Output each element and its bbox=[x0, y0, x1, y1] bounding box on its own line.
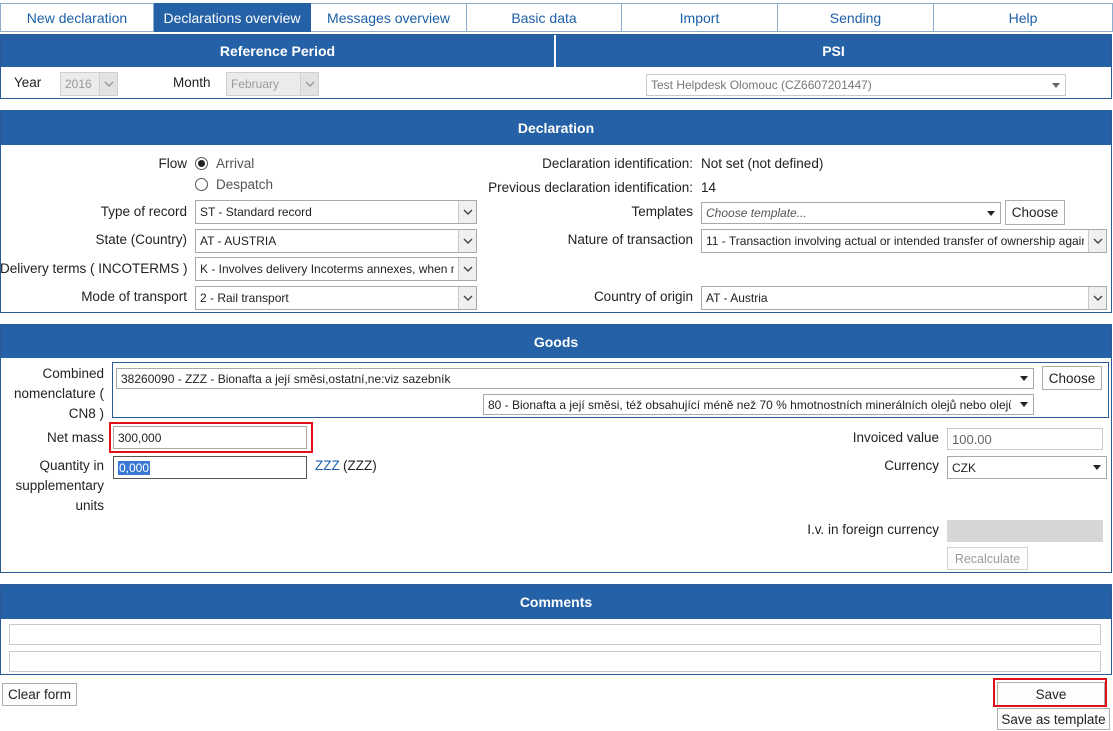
declaration-id-value: Not set (not defined) bbox=[701, 156, 824, 171]
psi-value: Test Helpdesk Olomouc (CZ6607201447) bbox=[651, 78, 872, 92]
tab-new-declaration[interactable]: New declaration bbox=[0, 3, 154, 32]
delivery-terms-label: Delivery terms ( INCOTERMS ) bbox=[0, 261, 188, 276]
flow-arrival-radio[interactable] bbox=[195, 157, 208, 170]
nature-of-transaction-label: Nature of transaction bbox=[567, 232, 693, 247]
type-of-record-label: Type of record bbox=[100, 204, 187, 219]
save-highlight bbox=[993, 678, 1107, 707]
cn8-subheading-select[interactable]: 80 - Bionafta a její směsi, též obsahují… bbox=[483, 394, 1034, 415]
tab-messages-overview[interactable]: Messages overview bbox=[311, 3, 467, 32]
chevron-down-icon bbox=[99, 73, 117, 95]
mode-of-transport-value: 2 - Rail transport bbox=[200, 291, 289, 305]
cn8-choose-button[interactable]: Choose bbox=[1042, 366, 1102, 390]
quantity-label-line2: supplementary bbox=[15, 478, 104, 493]
month-value: February bbox=[231, 77, 280, 91]
currency-select[interactable]: CZK bbox=[947, 456, 1107, 479]
foreign-currency-input[interactable] bbox=[947, 520, 1103, 542]
cn8-label-line2: nomenclature ( bbox=[13, 386, 104, 401]
year-select[interactable]: 2016 bbox=[60, 72, 118, 96]
templates-label: Templates bbox=[631, 204, 693, 219]
unit-code: (ZZZ) bbox=[343, 458, 377, 473]
country-of-origin-value: AT - Austria bbox=[706, 291, 768, 305]
flow-despatch-label: Despatch bbox=[216, 177, 274, 192]
year-label: Year bbox=[14, 75, 42, 90]
chevron-down-icon bbox=[458, 201, 476, 223]
country-of-origin-select[interactable]: AT - Austria bbox=[701, 286, 1107, 310]
currency-label: Currency bbox=[884, 458, 939, 473]
chevron-down-icon bbox=[982, 203, 1000, 223]
cn8-label-line3: CN8 ) bbox=[68, 406, 104, 421]
invoiced-value-label: Invoiced value bbox=[852, 430, 939, 445]
declaration-header: Declaration bbox=[1, 111, 1111, 145]
cn8-value: 38260090 - ZZZ - Bionafta a její směsi,o… bbox=[121, 371, 451, 386]
templates-select[interactable]: Choose template... bbox=[701, 202, 1001, 224]
chevron-down-icon bbox=[1088, 287, 1106, 309]
previous-declaration-id-label: Previous declaration identification: bbox=[488, 180, 693, 195]
goods-header: Goods bbox=[1, 325, 1111, 358]
nature-of-transaction-select[interactable]: 11 - Transaction involving actual or int… bbox=[701, 229, 1107, 253]
templates-placeholder: Choose template... bbox=[706, 206, 807, 220]
delivery-terms-value: K - Involves delivery Incoterms annexes,… bbox=[200, 262, 454, 276]
cn8-subheading-value: 80 - Bionafta a její směsi, též obsahují… bbox=[488, 397, 1011, 412]
cn8-select[interactable]: 38260090 - ZZZ - Bionafta a její směsi,o… bbox=[116, 368, 1034, 389]
chevron-down-icon bbox=[1047, 75, 1065, 95]
save-as-template-button[interactable]: Save as template bbox=[997, 708, 1110, 730]
chevron-down-icon bbox=[1088, 457, 1106, 478]
state-country-select[interactable]: AT - AUSTRIA bbox=[195, 229, 477, 253]
quantity-value: 0,000 bbox=[118, 460, 151, 475]
cn8-label-line1: Combined bbox=[42, 366, 104, 381]
chevron-down-icon bbox=[458, 287, 476, 309]
tab-declarations-overview[interactable]: Declarations overview bbox=[154, 3, 311, 32]
chevron-down-icon bbox=[1088, 230, 1106, 252]
chevron-down-icon bbox=[1015, 395, 1033, 414]
quantity-input[interactable]: 0,000 bbox=[113, 456, 307, 479]
flow-label: Flow bbox=[158, 156, 187, 171]
quantity-label-line1: Quantity in bbox=[39, 458, 104, 473]
year-value: 2016 bbox=[65, 77, 92, 91]
net-mass-label: Net mass bbox=[46, 430, 104, 445]
clear-form-button[interactable]: Clear form bbox=[2, 683, 77, 706]
unit-link[interactable]: ZZZ bbox=[315, 458, 340, 473]
comment-input-2[interactable] bbox=[9, 651, 1101, 672]
previous-declaration-id-value: 14 bbox=[701, 180, 717, 195]
comments-header: Comments bbox=[1, 585, 1111, 619]
foreign-currency-label: I.v. in foreign currency bbox=[807, 522, 939, 537]
chevron-down-icon bbox=[458, 230, 476, 252]
month-label: Month bbox=[173, 75, 211, 90]
psi-select[interactable]: Test Helpdesk Olomouc (CZ6607201447) bbox=[646, 74, 1066, 96]
psi-header: PSI bbox=[556, 35, 1111, 67]
chevron-down-icon bbox=[300, 73, 318, 95]
mode-of-transport-label: Mode of transport bbox=[81, 289, 187, 304]
invoiced-value-input[interactable]: 100.00 bbox=[947, 428, 1103, 450]
type-of-record-select[interactable]: ST - Standard record bbox=[195, 200, 477, 224]
invoiced-value-value: 100.00 bbox=[952, 431, 992, 447]
recalculate-button[interactable]: Recalculate bbox=[947, 547, 1028, 570]
top-tabs: New declaration Declarations overview Me… bbox=[0, 3, 1113, 32]
flow-despatch-radio[interactable] bbox=[195, 178, 208, 191]
comment-input-1[interactable] bbox=[9, 624, 1101, 645]
mode-of-transport-select[interactable]: 2 - Rail transport bbox=[195, 286, 477, 310]
tab-sending[interactable]: Sending bbox=[778, 3, 934, 32]
reference-period-header: Reference Period bbox=[1, 35, 554, 67]
month-select[interactable]: February bbox=[226, 72, 319, 96]
quantity-label-line3: units bbox=[75, 498, 104, 513]
type-of-record-value: ST - Standard record bbox=[200, 205, 312, 219]
state-country-label: State (Country) bbox=[95, 232, 187, 247]
nature-of-transaction-value: 11 - Transaction involving actual or int… bbox=[706, 234, 1084, 248]
chevron-down-icon bbox=[458, 258, 476, 280]
tab-import[interactable]: Import bbox=[622, 3, 778, 32]
flow-arrival-label: Arrival bbox=[216, 156, 255, 171]
chevron-down-icon bbox=[1015, 369, 1033, 388]
delivery-terms-select[interactable]: K - Involves delivery Incoterms annexes,… bbox=[195, 257, 477, 281]
tab-basic-data[interactable]: Basic data bbox=[467, 3, 622, 32]
declaration-id-label: Declaration identification: bbox=[542, 156, 693, 171]
tab-help[interactable]: Help bbox=[934, 3, 1113, 32]
templates-choose-button[interactable]: Choose bbox=[1005, 200, 1065, 225]
currency-value: CZK bbox=[952, 460, 976, 475]
country-of-origin-label: Country of origin bbox=[593, 289, 693, 304]
net-mass-highlight bbox=[109, 422, 313, 453]
state-country-value: AT - AUSTRIA bbox=[200, 234, 277, 248]
